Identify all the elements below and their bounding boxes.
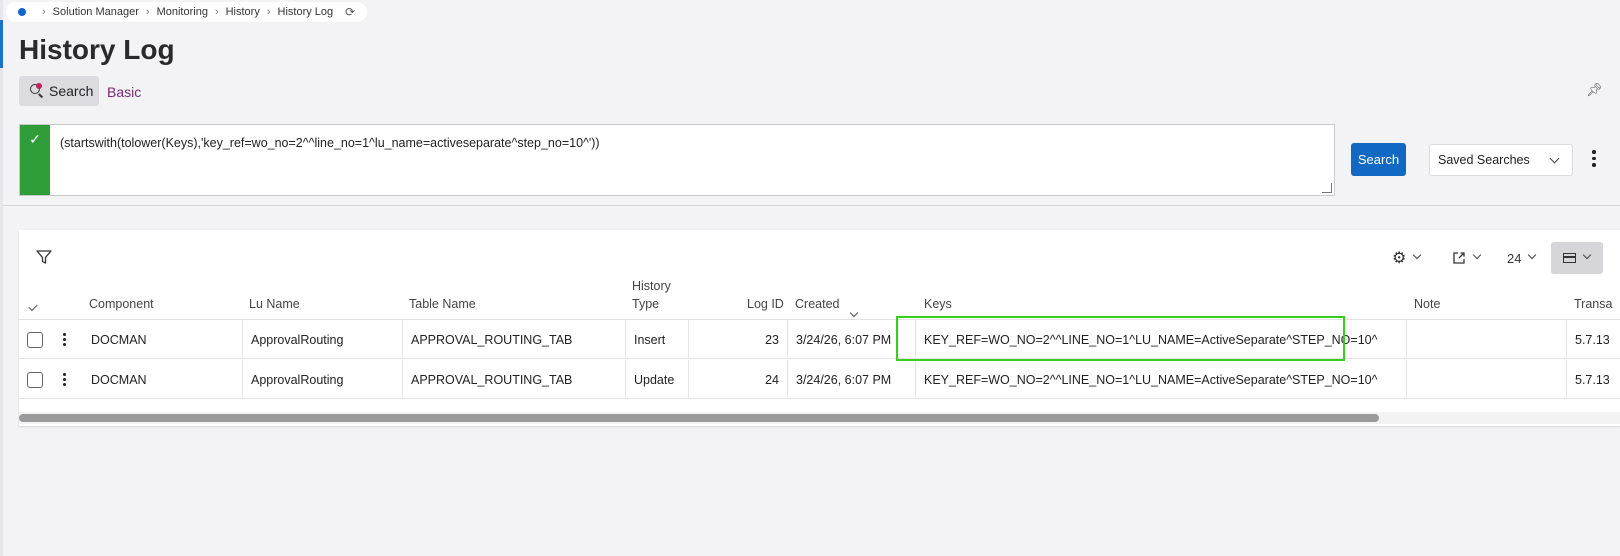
check-icon: ✓	[20, 125, 50, 195]
search-toggle-label: Search	[49, 83, 94, 99]
breadcrumb-solution-manager[interactable]: Solution Manager	[53, 6, 139, 18]
chevron-right-icon: ›	[266, 6, 271, 18]
column-header-keys[interactable]: Keys	[924, 295, 952, 313]
cell-component: DOCMAN	[91, 332, 147, 347]
table-header: Component Lu Name Table Name History Typ…	[19, 278, 1620, 320]
filter-icon[interactable]	[35, 248, 53, 266]
keys-highlight-box	[896, 316, 1345, 361]
basic-mode-link[interactable]: Basic	[107, 84, 141, 100]
cell-component: DOCMAN	[91, 372, 147, 387]
breadcrumb-history[interactable]: History	[226, 6, 260, 18]
chevron-down-icon	[1413, 250, 1422, 260]
cell-lu-name: ApprovalRouting	[242, 360, 402, 399]
export-icon	[1453, 252, 1465, 264]
cell-keys: KEY_REF=WO_NO=2^^LINE_NO=1^LU_NAME=Activ…	[915, 360, 1406, 399]
chevron-right-icon: ›	[42, 6, 46, 18]
chevron-right-icon: ›	[214, 6, 219, 18]
table-row[interactable]: DOCMAN ApprovalRouting APPROVAL_ROUTING_…	[19, 360, 1620, 399]
column-header-component[interactable]: Component	[89, 295, 154, 313]
column-header-transaction[interactable]: Transa	[1574, 295, 1612, 313]
row-checkbox[interactable]	[27, 372, 43, 388]
row-actions-icon[interactable]	[63, 373, 66, 386]
cell-transaction: 5.7.13	[1566, 360, 1620, 399]
breadcrumb: › Solution Manager › Monitoring › Histor…	[6, 2, 368, 22]
saved-searches-dropdown[interactable]: Saved Searches	[1429, 144, 1573, 176]
saved-searches-label: Saved Searches	[1438, 153, 1530, 167]
cell-log-id: 23	[688, 320, 787, 359]
search-query-field[interactable]: ✓ (startswith(tolower(Keys),'key_ref=wo_…	[19, 124, 1335, 196]
chevron-down-icon	[1528, 250, 1537, 260]
chevron-down-icon	[1549, 153, 1560, 164]
chevron-right-icon: ›	[145, 6, 150, 18]
table-icon	[1563, 253, 1576, 263]
active-indicator	[0, 20, 3, 68]
search-query-text: (startswith(tolower(Keys),'key_ref=wo_no…	[60, 136, 600, 150]
refresh-icon[interactable]: ⟳	[345, 5, 355, 19]
column-header-note[interactable]: Note	[1414, 295, 1440, 313]
table-view-toggle[interactable]	[1551, 242, 1603, 274]
table-row[interactable]: DOCMAN ApprovalRouting APPROVAL_ROUTING_…	[19, 320, 1620, 359]
cell-table-name: APPROVAL_ROUTING_TAB	[402, 360, 625, 399]
chevron-down-icon	[1472, 250, 1482, 260]
scrollbar-thumb[interactable]	[19, 414, 1379, 422]
chevron-down-icon	[1582, 250, 1592, 260]
column-header-history-type-line2: Type	[632, 297, 660, 311]
row-actions-icon[interactable]	[63, 333, 66, 346]
breadcrumb-monitoring[interactable]: Monitoring	[157, 6, 208, 18]
search-toggle-button[interactable]: Search	[19, 76, 99, 106]
column-header-history-type-line1: History	[632, 279, 671, 293]
settings-menu[interactable]: ⚙	[1392, 248, 1422, 268]
cell-log-id: 24	[688, 360, 787, 399]
pin-icon[interactable]: 📌︎	[1586, 82, 1603, 98]
export-menu[interactable]	[1452, 248, 1482, 268]
search-icon	[29, 83, 45, 99]
gear-icon: ⚙	[1392, 250, 1407, 267]
cell-table-name: APPROVAL_ROUTING_TAB	[402, 320, 625, 359]
cell-created: 3/24/26, 6:07 PM	[787, 360, 915, 399]
more-options-icon[interactable]	[1592, 150, 1596, 167]
home-icon[interactable]	[18, 8, 26, 16]
column-header-history-type[interactable]: History Type	[632, 277, 671, 313]
cell-transaction: 5.7.13	[1566, 320, 1620, 359]
cell-history-type: Insert	[625, 320, 688, 359]
search-button[interactable]: Search	[1351, 143, 1406, 176]
column-header-table-name[interactable]: Table Name	[409, 295, 476, 313]
column-header-lu-name[interactable]: Lu Name	[249, 295, 300, 313]
breadcrumb-history-log: History Log	[277, 6, 334, 18]
cell-history-type: Update	[625, 360, 688, 399]
resize-handle-icon[interactable]	[1322, 183, 1332, 193]
left-rail	[0, 0, 3, 556]
divider	[3, 205, 1620, 206]
page-size-selector[interactable]: 24	[1507, 248, 1537, 268]
cell-note	[1406, 320, 1566, 359]
cell-note	[1406, 360, 1566, 399]
horizontal-scrollbar[interactable]	[19, 412, 1620, 424]
column-header-log-id[interactable]: Log ID	[747, 295, 784, 313]
history-log-grid: ⚙ 24 Component Lu Name Table Name Histor…	[19, 230, 1620, 426]
select-all-checkbox[interactable]	[28, 301, 38, 312]
page-size-value: 24	[1507, 250, 1522, 266]
cell-lu-name: ApprovalRouting	[242, 320, 402, 359]
column-header-created[interactable]: Created	[795, 295, 839, 313]
sort-descending-icon	[849, 308, 859, 318]
row-checkbox[interactable]	[27, 332, 43, 348]
page-title: History Log	[19, 34, 175, 65]
